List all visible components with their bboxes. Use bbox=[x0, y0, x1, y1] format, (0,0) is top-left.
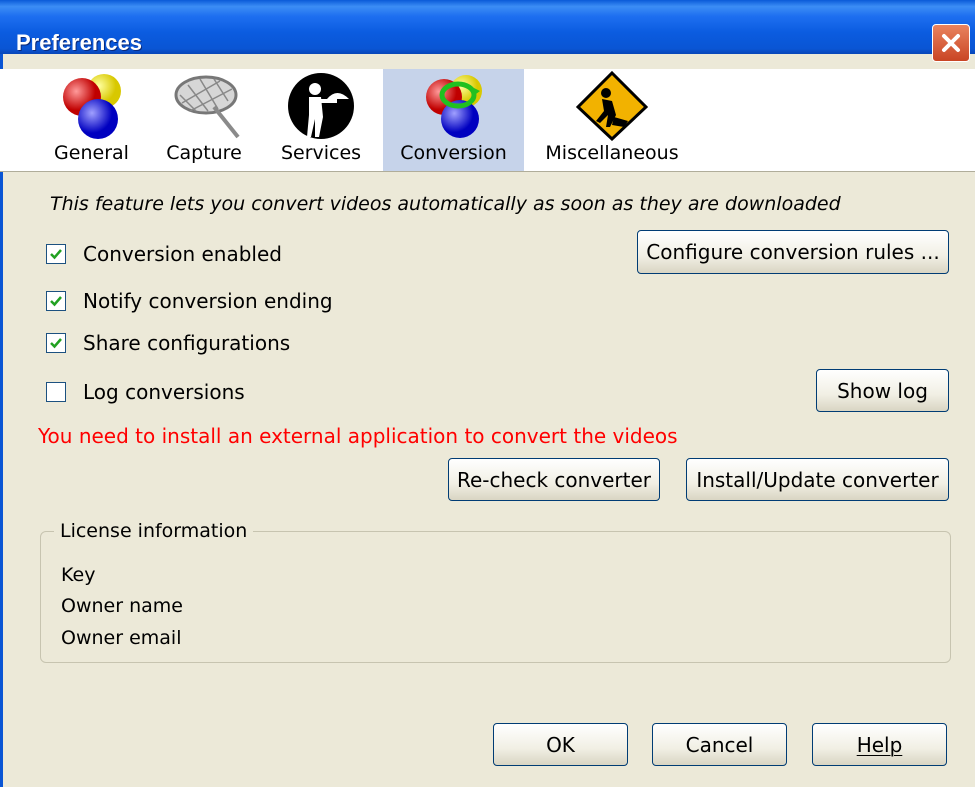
tab-conversion[interactable]: Conversion bbox=[383, 69, 524, 171]
license-information-title: License information bbox=[54, 520, 254, 542]
close-icon bbox=[942, 34, 960, 52]
tab-services[interactable]: Services bbox=[272, 69, 370, 171]
tab-label: Conversion bbox=[400, 142, 507, 164]
configure-conversion-rules-button[interactable]: Configure conversion rules ... bbox=[637, 230, 949, 274]
conversion-balls-icon bbox=[425, 75, 482, 138]
help-label: Help bbox=[856, 732, 903, 757]
feature-description: This feature lets you convert videos aut… bbox=[50, 193, 841, 215]
title-bar[interactable]: Preferences bbox=[0, 0, 975, 62]
owner-name-label: Owner name bbox=[61, 595, 183, 617]
share-configurations-label: Share configurations bbox=[83, 331, 291, 355]
tab-label: Miscellaneous bbox=[545, 142, 679, 164]
checkmark-icon bbox=[50, 296, 62, 307]
recheck-converter-button[interactable]: Re-check converter bbox=[448, 458, 660, 501]
help-button[interactable]: Help bbox=[812, 723, 947, 766]
converter-warning: You need to install an external applicat… bbox=[38, 424, 678, 448]
notify-conversion-ending-checkbox[interactable] bbox=[46, 291, 66, 311]
show-log-button[interactable]: Show log bbox=[816, 369, 949, 412]
log-conversions-label: Log conversions bbox=[83, 380, 245, 404]
checkmark-icon bbox=[50, 338, 62, 349]
net-icon bbox=[174, 75, 240, 139]
tab-capture[interactable]: Capture bbox=[158, 69, 250, 171]
owner-email-label: Owner email bbox=[61, 627, 182, 649]
notify-conversion-ending-label: Notify conversion ending bbox=[83, 289, 333, 313]
tab-label: General bbox=[54, 142, 129, 164]
tab-general[interactable]: General bbox=[44, 69, 139, 171]
roadwork-sign-icon bbox=[576, 71, 648, 141]
conversion-enabled-label: Conversion enabled bbox=[83, 242, 282, 266]
log-conversions-checkbox[interactable] bbox=[46, 382, 66, 402]
cancel-button[interactable]: Cancel bbox=[652, 723, 787, 766]
window-title: Preferences bbox=[16, 30, 142, 55]
license-key-label: Key bbox=[61, 564, 96, 586]
ok-button[interactable]: OK bbox=[493, 723, 628, 766]
tab-toolbar: General Capture Services Conversion Misc… bbox=[0, 69, 975, 172]
waiter-icon bbox=[288, 73, 354, 139]
tab-label: Services bbox=[280, 142, 362, 164]
checkmark-icon bbox=[50, 249, 62, 260]
share-configurations-checkbox[interactable] bbox=[46, 333, 66, 353]
tab-miscellaneous[interactable]: Miscellaneous bbox=[538, 69, 686, 171]
preferences-window: Preferences General Capture Services Con… bbox=[0, 0, 975, 787]
conversion-enabled-checkbox[interactable] bbox=[46, 244, 66, 264]
colored-balls-icon bbox=[62, 74, 121, 139]
install-update-converter-button[interactable]: Install/Update converter bbox=[686, 458, 949, 501]
close-button[interactable] bbox=[932, 24, 970, 62]
tab-label: Capture bbox=[166, 142, 242, 164]
